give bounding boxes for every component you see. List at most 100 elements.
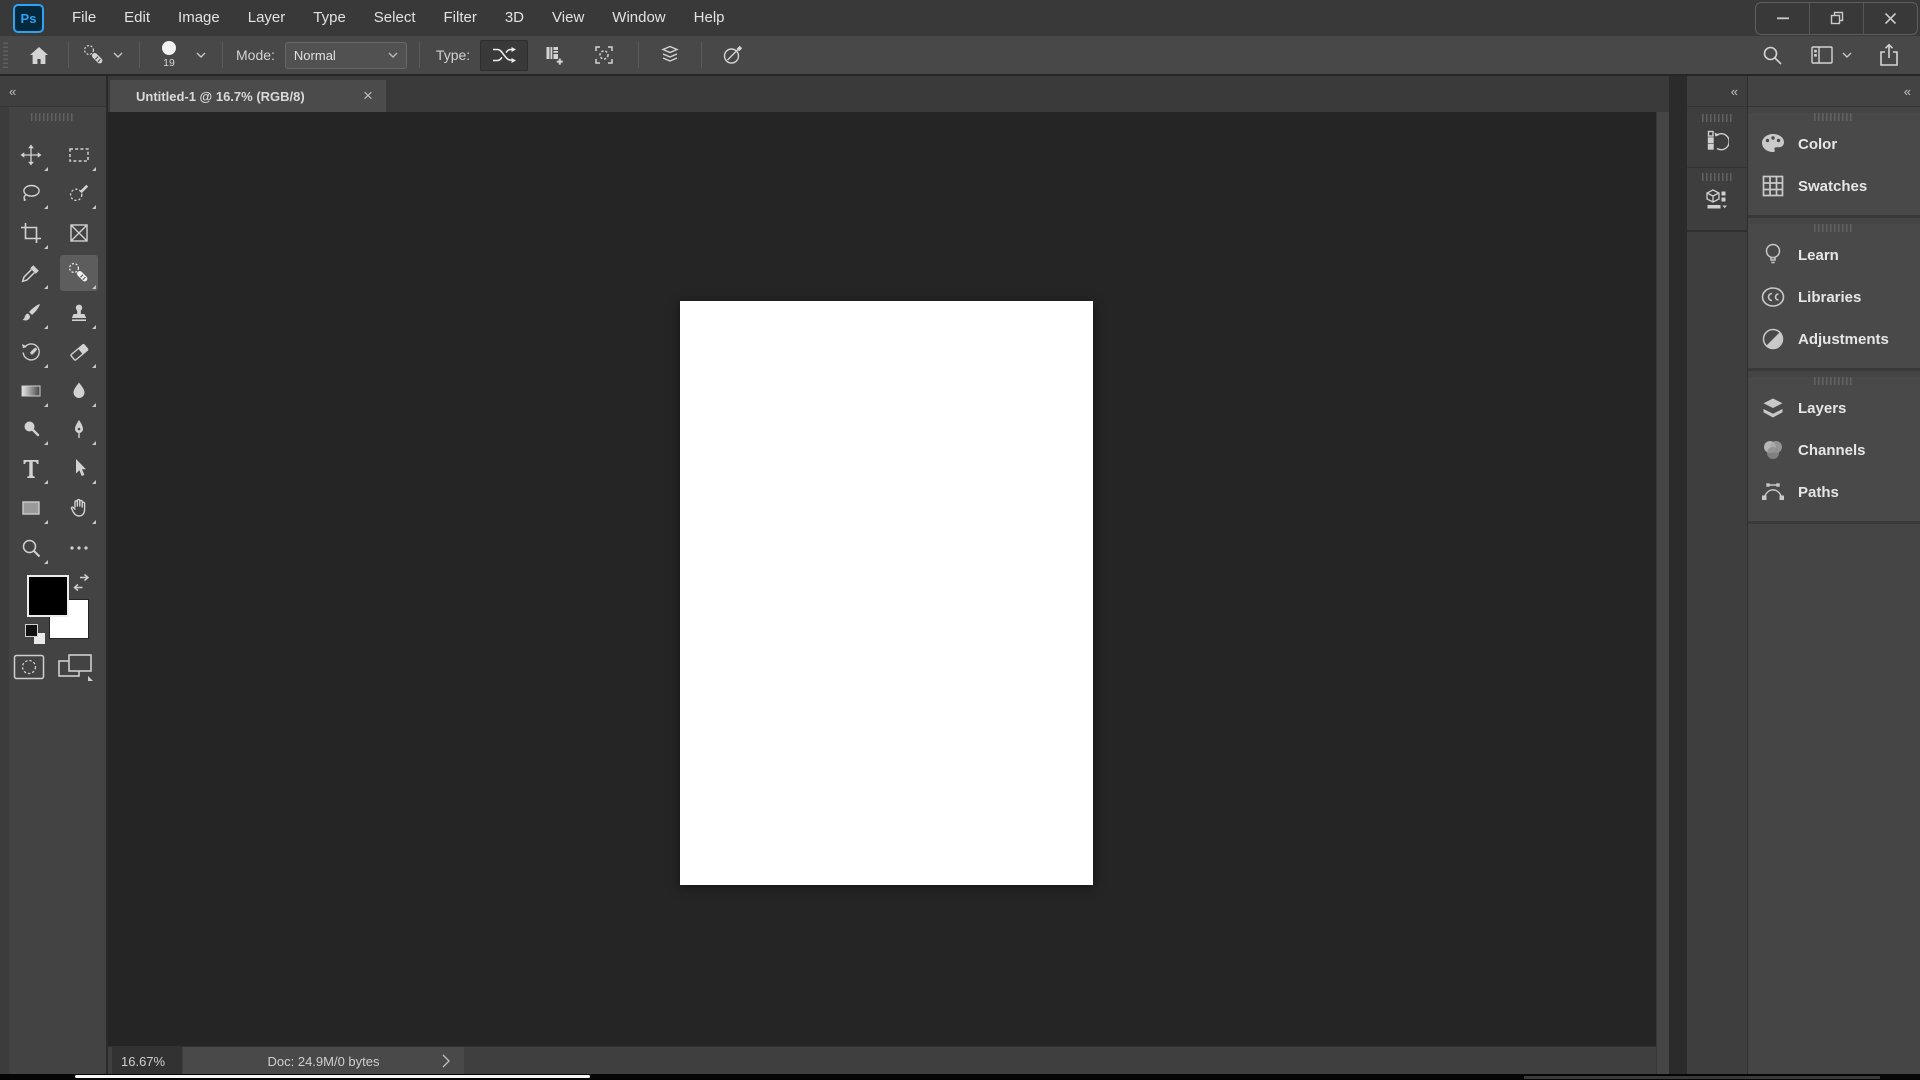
minimize-button[interactable] — [1756, 3, 1809, 34]
menu-window[interactable]: Window — [598, 0, 679, 36]
menu-3d[interactable]: 3D — [491, 0, 538, 36]
canvas-area[interactable] — [108, 112, 1656, 1046]
chevron-down-icon — [388, 52, 398, 58]
panel-group-grip — [1814, 377, 1854, 385]
default-foreground-icon — [25, 624, 38, 637]
document-tab[interactable]: Untitled-1 @ 16.7% (RGB/8) × — [110, 80, 386, 112]
flyout-indicator — [44, 205, 48, 209]
separator — [418, 42, 420, 68]
search-button[interactable] — [1754, 39, 1790, 71]
zoom-level-value: 16.67% — [121, 1053, 166, 1069]
tool-rectangle-shape[interactable] — [12, 490, 50, 526]
tool-spot-healing-brush[interactable] — [60, 255, 98, 291]
tool-crop[interactable] — [12, 215, 50, 251]
sample-all-layers-toggle[interactable] — [653, 39, 687, 71]
tab-close-icon[interactable]: × — [356, 86, 380, 106]
panel-tab-libraries[interactable]: Libraries — [1748, 276, 1920, 318]
brush-tip-icon — [162, 41, 176, 56]
tool-brush[interactable] — [12, 295, 50, 331]
panel-tab-learn[interactable]: Learn — [1748, 234, 1920, 276]
menu-filter[interactable]: Filter — [430, 0, 491, 36]
content-aware-button[interactable] — [480, 39, 529, 71]
proximity-match-button[interactable] — [580, 40, 628, 71]
tool-pen[interactable] — [60, 411, 98, 447]
tool-dodge[interactable] — [12, 411, 50, 447]
create-texture-icon — [543, 44, 565, 66]
document-canvas[interactable] — [680, 301, 1093, 885]
properties-panel-button[interactable] — [1687, 168, 1747, 232]
workspace-switcher-button[interactable] — [1806, 39, 1838, 71]
collapse-panel-button[interactable]: « — [9, 84, 16, 99]
share-button[interactable] — [1872, 39, 1906, 71]
panel-tab-layers[interactable]: Layers — [1748, 387, 1920, 429]
chevron-down-icon — [113, 52, 123, 58]
restore-button[interactable] — [1809, 2, 1863, 34]
tool-path-selection[interactable] — [60, 450, 98, 486]
panel-tab-color[interactable]: Color — [1748, 123, 1920, 165]
tool-preset-dropdown[interactable] — [109, 39, 127, 71]
adjustments-circle-icon — [1760, 327, 1786, 351]
tool-quick-selection[interactable] — [60, 175, 98, 211]
brush-size-picker[interactable]: 19 — [154, 39, 184, 71]
panel-tab-swatches[interactable]: Swatches — [1748, 165, 1920, 207]
flyout-indicator — [44, 364, 48, 368]
mode-select[interactable]: Normal — [284, 41, 407, 69]
panel-tab-channels[interactable]: Channels — [1748, 429, 1920, 471]
tool-gradient[interactable] — [12, 373, 50, 409]
menu-type[interactable]: Type — [299, 0, 360, 36]
menu-help[interactable]: Help — [680, 0, 739, 36]
tool-hand[interactable] — [60, 490, 98, 526]
tool-history-brush[interactable] — [12, 334, 50, 370]
tool-eyedropper[interactable] — [12, 255, 50, 291]
canvas-scrollbar[interactable] — [1656, 112, 1670, 1074]
create-texture-button[interactable] — [530, 40, 578, 71]
menu-image[interactable]: Image — [164, 0, 234, 36]
tools-panel-header: « — [0, 76, 106, 107]
tool-rectangular-marquee[interactable] — [60, 137, 98, 173]
zoom-level-field[interactable]: 16.67% — [112, 1047, 182, 1075]
collapse-panels-button[interactable]: « — [1904, 84, 1911, 99]
tool-more-tools[interactable] — [60, 530, 98, 566]
panel-tab-paths[interactable]: Paths — [1748, 471, 1920, 513]
quick-mask-button[interactable] — [13, 654, 45, 680]
pen-pressure-toggle[interactable] — [716, 39, 750, 71]
menu-edit[interactable]: Edit — [110, 0, 164, 36]
chevron-down-icon — [196, 52, 206, 58]
tool-move[interactable] — [12, 137, 50, 173]
home-button[interactable] — [20, 39, 58, 71]
swap-colors-button[interactable] — [72, 573, 92, 593]
workspace-dropdown[interactable] — [1838, 39, 1856, 71]
proximity-match-icon — [593, 44, 615, 66]
menu-select[interactable]: Select — [360, 0, 430, 36]
brush-size-dropdown[interactable] — [192, 39, 210, 71]
tool-lasso[interactable] — [12, 175, 50, 211]
title-bar: Ps File Edit Image Layer Type Select Fil… — [0, 0, 1920, 36]
tool-blur[interactable] — [60, 373, 98, 409]
status-options-chevron[interactable] — [442, 1054, 450, 1068]
document-tab-title: Untitled-1 @ 16.7% (RGB/8) — [136, 88, 305, 104]
tools-panel-grip[interactable] — [31, 113, 75, 121]
tool-preset-picker[interactable] — [79, 39, 109, 71]
tool-options-bar: 19 Mode: Normal Type: — [0, 36, 1920, 76]
close-button[interactable] — [1863, 2, 1917, 34]
history-panel-button[interactable] — [1687, 109, 1747, 168]
menu-view[interactable]: View — [538, 0, 598, 36]
tool-eraser[interactable] — [60, 334, 98, 370]
tool-clone-stamp[interactable] — [60, 295, 98, 331]
history-panel-icon — [1705, 128, 1729, 152]
menu-layer[interactable]: Layer — [234, 0, 300, 36]
tool-type[interactable] — [12, 450, 50, 486]
default-colors-button[interactable] — [25, 624, 45, 644]
panel-tab-adjustments[interactable]: Adjustments — [1748, 318, 1920, 360]
tool-zoom[interactable] — [12, 530, 50, 566]
panel-group-layers: Layers Channels Paths — [1748, 377, 1920, 524]
taskbar-hint-line-right — [1524, 1076, 1880, 1079]
flyout-indicator — [92, 441, 96, 445]
screen-mode-button[interactable] — [57, 652, 95, 682]
menu-file[interactable]: File — [58, 0, 110, 36]
swap-colors-icon — [72, 573, 92, 593]
tool-frame[interactable] — [60, 215, 98, 251]
expand-panels-button[interactable]: « — [1731, 84, 1738, 99]
foreground-color-swatch[interactable] — [27, 575, 69, 617]
status-bar: 16.67% Doc: 24.9M/0 bytes — [108, 1046, 1656, 1075]
